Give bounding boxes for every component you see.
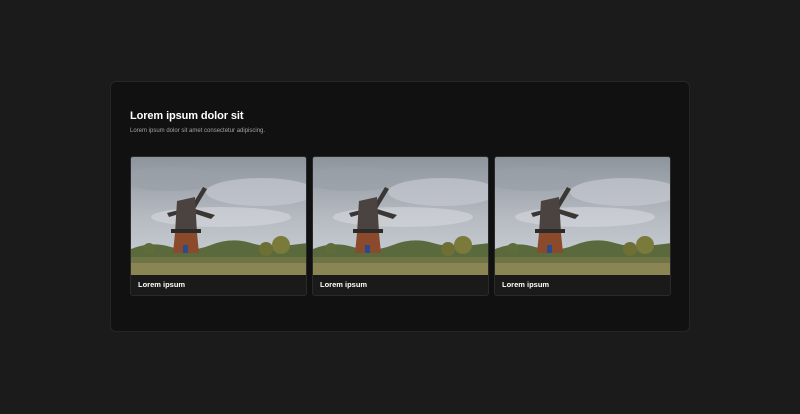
image-card[interactable]: Lorem ipsum — [130, 156, 307, 296]
image-card[interactable]: Lorem ipsum — [494, 156, 671, 296]
windmill-photo — [313, 157, 488, 275]
card-label: Lorem ipsum — [502, 280, 550, 289]
card-grid: Lorem ipsum Lorem ipsum Lorem ipsum — [130, 156, 671, 296]
windmill-photo — [131, 157, 306, 275]
image-card[interactable]: Lorem ipsum — [312, 156, 489, 296]
section-title: Lorem ipsum dolor sit — [130, 110, 244, 122]
windmill-photo — [495, 157, 670, 275]
section-subtitle: Lorem ipsum dolor sit amet consectetur a… — [130, 128, 266, 134]
content-panel: Lorem ipsum dolor sit Lorem ipsum dolor … — [110, 81, 690, 332]
card-label: Lorem ipsum — [138, 280, 186, 289]
card-label: Lorem ipsum — [320, 280, 368, 289]
